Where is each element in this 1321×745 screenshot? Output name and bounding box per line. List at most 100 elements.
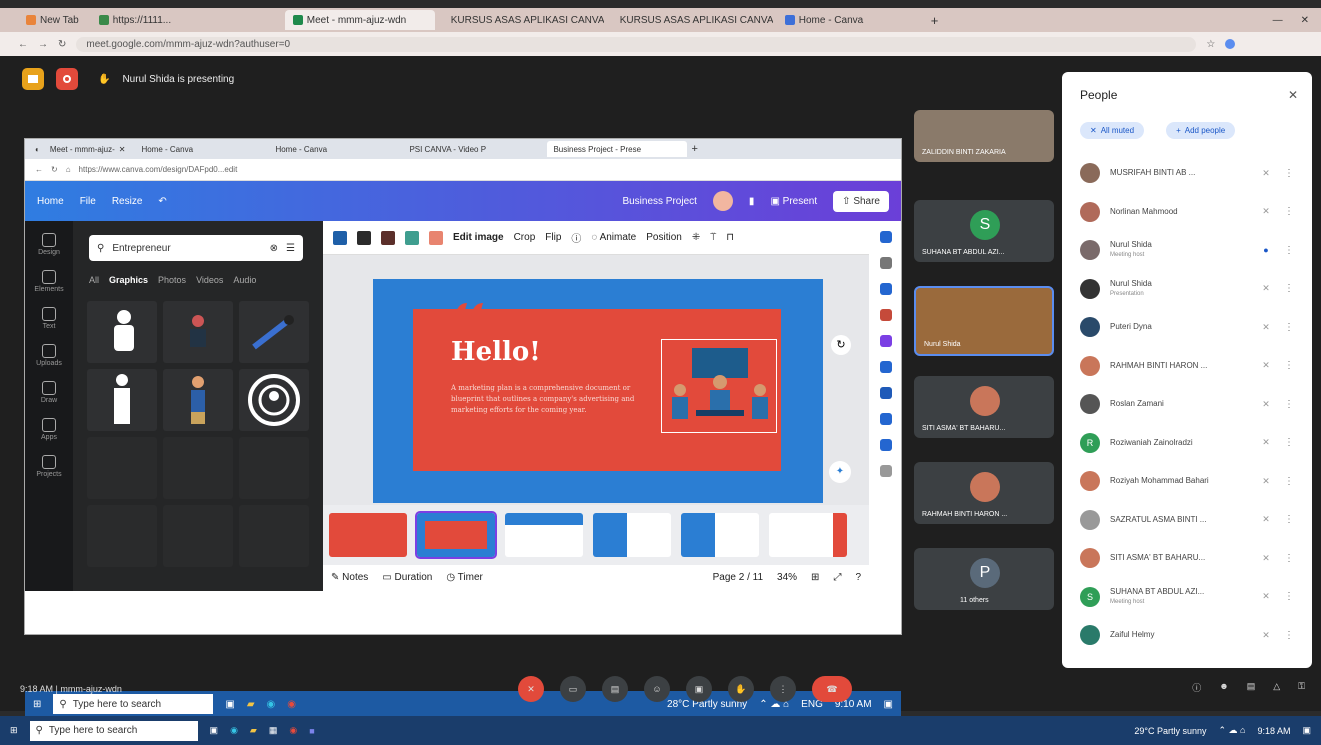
graphic-thumbnail[interactable] [163,301,233,363]
mic-off-icon[interactable]: ✕ [1258,360,1274,371]
more-icon[interactable]: ⋮ [1284,283,1294,294]
page-thumbnail[interactable] [593,513,671,557]
tab-photos[interactable]: Photos [158,275,186,285]
flip-button[interactable]: Flip [545,232,561,243]
activities-icon[interactable]: △ [1273,681,1280,694]
search-icon[interactable] [880,257,892,269]
mic-off-icon[interactable]: ✕ [1258,322,1274,333]
mute-all-button[interactable]: ✕ All muted [1080,122,1145,139]
new-tab-icon[interactable]: + [931,13,939,28]
bing-icon[interactable] [880,231,892,243]
host-controls-icon[interactable]: ⚿ [1298,681,1305,694]
page-thumbnail[interactable] [505,513,583,557]
participant-row[interactable]: S SUHANA BT ABDUL AZI... Meeting host ✕ ⋮ [1080,578,1294,617]
graphic-thumbnail[interactable] [239,301,309,363]
edge-icon[interactable]: ◉ [230,725,238,736]
animate-button[interactable]: ◌ Animate [591,232,636,243]
host-search-input[interactable]: ⚲ Type here to search [29,720,198,741]
elements-search-input[interactable]: ⚲ Entrepreneur ⊗ ☰ [89,235,303,261]
outer-tab[interactable]: KURSUS ASAS APLIKASI CANVA [439,10,604,30]
back-icon[interactable]: ← [35,165,43,174]
mic-off-icon[interactable]: ✕ [1258,476,1274,487]
participant-row[interactable]: Roslan Zamani ✕ ⋮ [1080,385,1294,424]
shared-tab[interactable]: Home - Canva [135,141,265,157]
participant-row[interactable]: Nurul Shida Presentation ✕ ⋮ [1080,270,1294,309]
raise-hand-button[interactable]: ✋ [728,676,754,702]
help-icon[interactable]: ? [855,572,861,583]
tab-videos[interactable]: Videos [196,275,223,285]
more-icon[interactable]: ⋮ [1284,437,1294,448]
graphic-thumbnail[interactable] [163,505,233,567]
graphic-thumbnail[interactable] [163,369,233,431]
more-icon[interactable]: ⋮ [1284,360,1294,371]
rail-uploads[interactable]: Uploads [32,344,66,367]
present-button[interactable]: ▣ Present [770,196,817,207]
graphic-thumbnail[interactable] [239,437,309,499]
emoji-button[interactable]: ☺ [644,676,670,702]
user-avatar[interactable] [712,191,733,211]
graphic-thumbnail[interactable] [239,369,309,431]
participant-tile[interactable]: SITI ASMA' BT BAHARU... [914,376,1054,438]
more-icon[interactable]: ⋮ [1284,553,1294,564]
page-indicator[interactable]: Page 2 / 11 [713,572,763,583]
graphic-thumbnail[interactable] [87,369,157,431]
fullscreen-icon[interactable]: ⤢ [833,572,841,583]
tab-audio[interactable]: Audio [233,275,256,285]
zoom-level[interactable]: 34% [777,572,797,583]
captions-button[interactable]: ▤ [602,676,628,702]
participant-row[interactable]: MUSRIFAH BINTI AB ... ✕ ⋮ [1080,154,1294,193]
back-icon[interactable]: ← [18,39,28,50]
close-tab-icon[interactable]: ✕ [119,145,126,154]
filter-icon[interactable]: ☰ [286,243,295,254]
teams-icon[interactable]: ■ [309,726,314,736]
participant-row[interactable]: R Roziwaniah Zainolradzi ✕ ⋮ [1080,424,1294,463]
calculator-icon[interactable] [880,439,892,451]
minimize-icon[interactable]: — [1273,15,1283,26]
close-icon[interactable]: ✕ [1288,88,1298,102]
slide-canvas[interactable]: Hello! A marketing plan is a comprehensi… [373,279,823,503]
stop-presenting-icon[interactable] [56,68,78,90]
duration-button[interactable]: ▭ Duration [382,572,432,583]
file-explorer-icon[interactable]: ▰ [250,725,257,736]
participant-row[interactable]: Nurul Shida Meeting host ● ⋮ [1080,231,1294,270]
more-icon[interactable]: ⋮ [1284,476,1294,487]
meeting-illustration[interactable] [661,339,777,433]
paint-roller-icon[interactable]: ⍡ [710,232,716,243]
new-tab-icon[interactable]: + [691,143,697,155]
participant-tile[interactable]: ZALIDDIN BINTI ZAKARIA [914,110,1054,162]
analytics-icon[interactable]: ▮ [749,196,755,207]
page-thumbnail[interactable] [329,513,407,557]
clear-icon[interactable]: ⊗ [270,243,278,254]
reload-icon[interactable]: ↻ [51,165,58,174]
mic-off-icon[interactable]: ✕ [1258,553,1274,564]
forward-icon[interactable]: → [38,39,48,50]
page-thumbnail-active[interactable] [415,511,497,559]
end-call-button[interactable]: ☎ [812,676,852,702]
color-swatch[interactable] [405,230,419,245]
color-swatch[interactable] [333,230,347,245]
present-now-button[interactable]: ▣ [686,676,712,702]
participant-row[interactable]: Zaiful Helmy ✕ ⋮ [1080,616,1294,655]
refresh-icon[interactable]: ↻ [831,335,851,355]
shared-tab[interactable]: Meet - mmm-ajuz- ✕ [44,141,132,157]
color-swatch[interactable] [429,230,443,245]
participant-tile[interactable]: RAHMAH BINTI HARON ... [914,462,1054,524]
rail-projects[interactable]: Projects [32,455,66,478]
more-icon[interactable]: ⋮ [1284,245,1294,256]
notification-icon[interactable]: ▣ [1302,725,1311,736]
shared-tab[interactable]: PSI CANVA - Video P [403,141,543,157]
tab-graphics[interactable]: Graphics [109,275,148,285]
more-icon[interactable]: ⋮ [1284,168,1294,179]
position-button[interactable]: Position [646,232,682,243]
mic-off-icon[interactable]: ✕ [1258,630,1274,641]
participant-row[interactable]: Norlinan Mahmood ✕ ⋮ [1080,193,1294,232]
info-icon[interactable]: ⓘ [571,230,581,245]
mic-off-icon[interactable]: ✕ [1258,591,1274,602]
briefcase-icon[interactable] [880,309,892,321]
color-swatch[interactable] [357,230,371,245]
rail-text[interactable]: Text [32,307,66,330]
rail-elements[interactable]: Elements [32,270,66,293]
send-icon[interactable] [880,413,892,425]
rail-apps[interactable]: Apps [32,418,66,441]
participant-row[interactable]: Roziyah Mohammad Bahari ✕ ⋮ [1080,462,1294,501]
